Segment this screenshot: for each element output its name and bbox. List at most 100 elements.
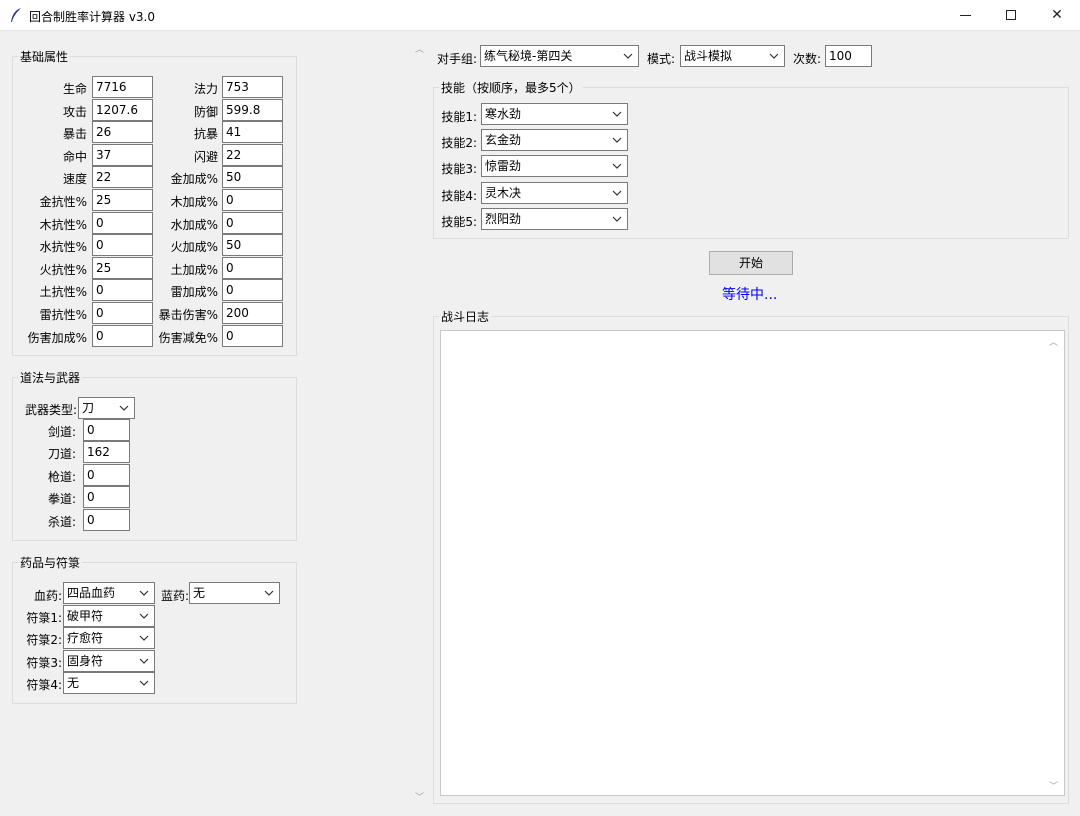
- skill-select[interactable]: 惊雷劲: [481, 155, 628, 178]
- attribute-label: 伤害加成%: [27, 330, 87, 345]
- talisman-select[interactable]: 固身符: [63, 649, 155, 672]
- mode-label: 模式:: [646, 52, 675, 66]
- attribute-input[interactable]: 0: [222, 211, 283, 234]
- chevron-down-icon: [612, 137, 622, 144]
- mp-potion-value: 无: [193, 586, 206, 600]
- count-label: 次数:: [792, 52, 821, 66]
- window-title: 回合制胜率计算器 v3.0: [29, 10, 156, 24]
- dao-weapon-title: 道法与武器: [18, 369, 83, 386]
- minimize-icon: [959, 14, 971, 16]
- talisman-select[interactable]: 无: [63, 672, 155, 695]
- skill-label: 技能2:: [441, 136, 477, 151]
- attribute-input[interactable]: 25: [92, 256, 153, 279]
- talisman-select[interactable]: 破甲符: [63, 605, 155, 627]
- pane-scroll-up-icon[interactable]: ︿: [415, 42, 424, 55]
- attribute-label: 金抗性%: [39, 195, 87, 209]
- skill-value: 烈阳劲: [485, 211, 522, 226]
- attribute-label: 伤害减免%: [158, 330, 218, 345]
- attribute-input[interactable]: 50: [222, 234, 283, 257]
- attribute-input[interactable]: 7716: [92, 76, 153, 98]
- opponent-select[interactable]: 练气秘境-第四关: [480, 45, 639, 67]
- log-scroll-up-icon[interactable]: ︿: [1049, 335, 1058, 348]
- mp-potion-select[interactable]: 无: [189, 582, 280, 604]
- attribute-input[interactable]: 25: [92, 189, 153, 211]
- attribute-input[interactable]: 0: [222, 256, 283, 279]
- dao-input[interactable]: 0: [83, 419, 130, 441]
- attribute-label: 土加成%: [170, 262, 218, 277]
- attribute-input[interactable]: 0: [92, 279, 153, 302]
- attribute-input[interactable]: 599.8: [222, 98, 283, 121]
- pane-scroll-down-icon[interactable]: ﹀: [415, 790, 424, 803]
- talisman-label: 符箓2:: [26, 633, 62, 648]
- talisman-value: 固身符: [67, 653, 104, 668]
- attribute-input[interactable]: 1207.6: [92, 98, 153, 121]
- attribute-label: 火抗性%: [39, 262, 87, 277]
- chevron-down-icon: [139, 680, 149, 687]
- attribute-input[interactable]: 41: [222, 121, 283, 144]
- skill-value: 灵木决: [485, 185, 522, 200]
- skill-value: 寒水劲: [485, 107, 522, 121]
- skill-label: 技能5:: [441, 214, 477, 229]
- attribute-input[interactable]: 0: [222, 324, 283, 347]
- chevron-down-icon: [612, 216, 622, 222]
- chevron-down-icon: [119, 405, 129, 411]
- weapon-type-value: 刀: [82, 401, 95, 415]
- attribute-input[interactable]: 0: [92, 211, 153, 234]
- attribute-label: 法力: [193, 82, 218, 96]
- attribute-label: 速度: [62, 172, 87, 187]
- talisman-label: 符箓1:: [26, 611, 62, 625]
- attribute-label: 雷加成%: [170, 285, 218, 300]
- dao-input[interactable]: 0: [83, 486, 130, 509]
- dao-input[interactable]: 0: [83, 508, 130, 531]
- attribute-label: 金加成%: [170, 172, 218, 187]
- dao-input[interactable]: 0: [83, 463, 130, 486]
- talisman-value: 无: [67, 676, 80, 691]
- close-button[interactable]: ✕: [1034, 0, 1080, 31]
- minimize-button[interactable]: [942, 0, 988, 31]
- weapon-type-label: 武器类型:: [24, 403, 77, 417]
- hp-potion-select[interactable]: 四品血药: [63, 582, 155, 604]
- talisman-select[interactable]: 疗愈符: [63, 627, 155, 650]
- mode-select[interactable]: 战斗模拟: [680, 45, 785, 67]
- skill-select[interactable]: 玄金劲: [481, 129, 628, 152]
- attribute-input[interactable]: 753: [222, 76, 283, 98]
- talisman-value: 疗愈符: [67, 631, 104, 646]
- attribute-input[interactable]: 37: [92, 143, 153, 166]
- start-button[interactable]: 开始: [709, 251, 793, 275]
- attribute-input[interactable]: 22: [92, 166, 153, 189]
- attribute-input[interactable]: 0: [222, 279, 283, 302]
- skill-value: 玄金劲: [485, 133, 522, 148]
- attribute-input[interactable]: 0: [92, 234, 153, 257]
- log-scroll-down-icon[interactable]: ﹀: [1049, 779, 1058, 792]
- battle-log-text[interactable]: ︿ ﹀: [440, 330, 1065, 796]
- skills-title: 技能（按顺序，最多5个）: [439, 79, 583, 96]
- attribute-input[interactable]: 26: [92, 121, 153, 144]
- talisman-label: 符箓4:: [26, 678, 62, 693]
- log-scrollbar[interactable]: [1044, 331, 1064, 795]
- attribute-label: 攻击: [62, 104, 87, 119]
- count-input[interactable]: 100: [825, 45, 872, 67]
- chevron-down-icon: [769, 53, 779, 59]
- chevron-down-icon: [139, 613, 149, 619]
- skill-select[interactable]: 寒水劲: [481, 103, 628, 125]
- basic-attributes-title: 基础属性: [18, 48, 71, 65]
- weapon-type-select[interactable]: 刀: [78, 397, 135, 419]
- talisman-value: 破甲符: [67, 609, 104, 623]
- chevron-down-icon: [139, 635, 149, 642]
- mode-value: 战斗模拟: [684, 49, 733, 63]
- attribute-input[interactable]: 200: [222, 302, 283, 324]
- attribute-input[interactable]: 50: [222, 166, 283, 189]
- maximize-button[interactable]: [988, 0, 1034, 31]
- skill-select[interactable]: 烈阳劲: [481, 207, 628, 230]
- dao-input[interactable]: 162: [83, 441, 130, 464]
- hp-potion-label: 血药:: [33, 589, 62, 603]
- attribute-input[interactable]: 0: [92, 324, 153, 347]
- attribute-input[interactable]: 0: [92, 302, 153, 324]
- skill-select[interactable]: 灵木决: [481, 181, 628, 204]
- attribute-input[interactable]: 0: [222, 189, 283, 211]
- dao-label: 剑道:: [47, 425, 76, 439]
- attribute-input[interactable]: 22: [222, 143, 283, 166]
- skill-label: 技能3:: [441, 162, 477, 177]
- chevron-down-icon: [623, 53, 633, 59]
- attribute-label: 闪避: [193, 149, 218, 164]
